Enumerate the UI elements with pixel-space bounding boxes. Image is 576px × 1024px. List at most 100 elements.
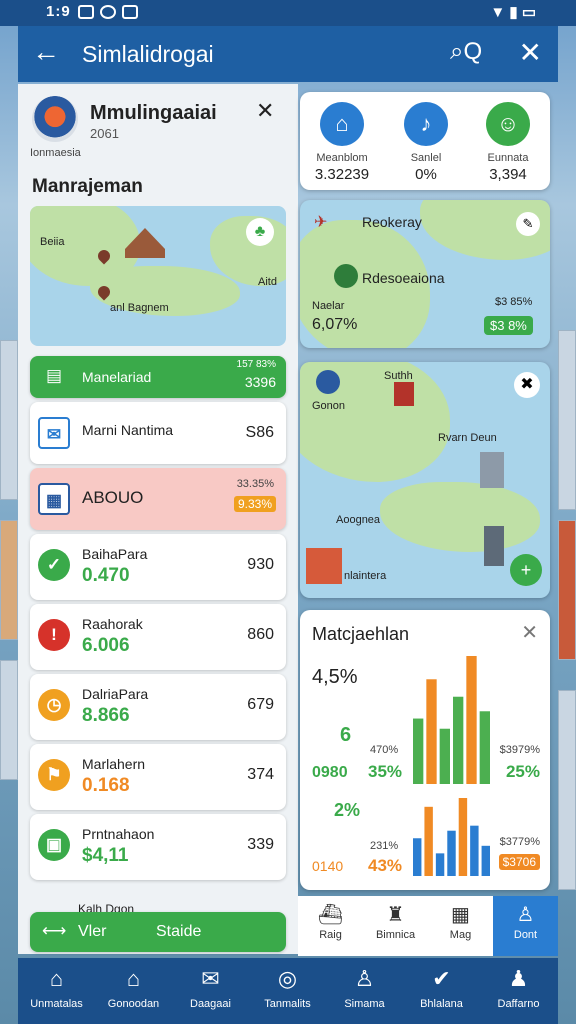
close-chart-icon[interactable]: ✕	[521, 620, 538, 645]
tab-raig[interactable]: ⛴ Raig	[298, 896, 363, 956]
list-item-marni-nantima[interactable]: ✉ Marni Nantima S86	[30, 402, 286, 464]
person-icon: ♙	[516, 904, 535, 926]
nav-tanmalits[interactable]: ◎ Tanmalits	[249, 958, 326, 1024]
chart-right-value: $3979%	[499, 744, 540, 756]
list-item-abouo[interactable]: ▦ ABOUO 33.35% 9.33%	[30, 468, 286, 530]
list-item-value: 860	[247, 626, 274, 643]
add-icon[interactable]: +	[510, 554, 542, 586]
nav-simama[interactable]: ♙ Simama	[326, 958, 403, 1024]
pin-icon[interactable]: ✎	[516, 212, 540, 236]
list-item-value: 9.33%	[233, 496, 276, 512]
list-item-amount: 6.006	[82, 635, 130, 656]
stat-sanlel[interactable]: ♪ Sanlel 0%	[386, 102, 466, 183]
list-item-label: Marni Nantima	[82, 422, 174, 438]
map-right-label: $3 85%	[495, 296, 533, 308]
map-label: Rvarn Deun	[438, 432, 497, 444]
list-item-baihapara[interactable]: ✓ BaihaPara 0.470 930	[30, 534, 286, 600]
building-landmark	[480, 452, 504, 488]
stat-eunnata[interactable]: ☺ Eunnata 3,394	[468, 102, 548, 183]
chart-bar	[413, 838, 422, 876]
building	[558, 330, 576, 510]
tools-icon[interactable]: ✖	[514, 372, 540, 398]
mail-icon	[122, 5, 138, 19]
plant-icon[interactable]: ♣	[246, 218, 274, 246]
globe-icon: ◎	[277, 966, 298, 991]
chart-right-value: $3706	[498, 854, 540, 870]
search-icon[interactable]: ⌕Q	[450, 38, 482, 66]
chart-bar	[479, 711, 490, 784]
list-item-label: BaihaPara	[82, 546, 148, 562]
group-icon: ♜	[386, 904, 405, 926]
chart-bar	[413, 718, 424, 784]
chart-mid-value: 231%	[370, 840, 399, 852]
nav-daagaai[interactable]: ✉ Daagaai	[172, 958, 249, 1024]
green-action-bar[interactable]: ⟷ Vler Staide	[30, 912, 286, 952]
list-item-manelariad[interactable]: ▤ Manelariad 157 83% 3396	[30, 356, 286, 398]
chart-left-value: 0980	[312, 764, 348, 781]
map-card-3[interactable]: Gonon Suthh Rvarn Deun Aoognea nlaintera…	[300, 362, 550, 598]
nav-gonoodan[interactable]: ⌂ Gonoodan	[95, 958, 172, 1024]
nav-label: Gonoodan	[107, 998, 160, 1010]
bar-chart-bottom	[413, 798, 490, 876]
chart-bar	[424, 806, 433, 876]
list-item-dalriapara[interactable]: ◷ DalriaPara 8.866 679	[30, 674, 286, 740]
music-icon: ♪	[404, 102, 448, 146]
document-icon: ▤	[46, 366, 63, 385]
list-item-marlahern[interactable]: ⚑ Marlahern 0.168 374	[30, 744, 286, 810]
app-bar: ← Simlalidrogai ⌕Q ✕	[18, 26, 558, 82]
map-card-2[interactable]: ✈ Reokeray Rdesoeaiona ✎ Naelar 6,07% $3…	[300, 200, 550, 348]
list-item-value: 374	[247, 766, 274, 783]
chart-mid-value: 43%	[368, 856, 403, 875]
list-item-amount: $4,11	[82, 845, 129, 866]
action-left-label: Vler	[78, 923, 107, 940]
nav-label: Bhlalana	[420, 998, 463, 1010]
header-country: Ionmaesia	[30, 147, 81, 159]
chart-left-value: 0140	[312, 858, 344, 874]
location-icon[interactable]	[334, 264, 358, 288]
list-item-value: 930	[247, 556, 274, 573]
tab-bar: ⛴ Raig ♜ Bimnica ▦ Mag ♙ Dont	[298, 896, 558, 956]
map-label: Rdesoeaiona	[362, 270, 445, 286]
plane-icon: ✈	[314, 214, 328, 231]
nav-daffarno[interactable]: ♟ Daffarno	[480, 958, 557, 1024]
chart-right-value: $3779%	[499, 836, 540, 848]
list-item-raahorak[interactable]: ! Raahorak 6.006 860	[30, 604, 286, 670]
map-label: nlaintera	[344, 570, 387, 582]
chart-icon: ✓	[38, 549, 70, 581]
check-icon: ✔	[432, 966, 451, 991]
stat-meanblom[interactable]: ⌂ Meanblom 3.32239	[302, 102, 382, 183]
person-icon: ♙	[354, 966, 375, 991]
chart-bar	[426, 679, 437, 784]
home-icon: ⌂	[49, 966, 64, 991]
nav-home[interactable]: ⌂ Unmatalas	[18, 958, 95, 1024]
tab-mag[interactable]: ▦ Mag	[428, 896, 493, 956]
status-bar: 1:9 ▼ ▮ ▭	[0, 0, 576, 26]
nav-bhlalana[interactable]: ✔ Bhlalana	[403, 958, 480, 1024]
list-item-badge: 33.35%	[236, 478, 274, 490]
location-icon[interactable]	[316, 370, 340, 394]
building	[0, 660, 18, 780]
map-land	[380, 482, 540, 552]
chart-bar	[458, 798, 468, 876]
close-icon[interactable]: ✕	[519, 36, 542, 69]
building-icon: ⌂	[320, 102, 364, 146]
tab-label: Bimnica	[375, 929, 416, 941]
clock-icon: ◷	[38, 689, 70, 721]
close-panel-icon[interactable]: ✕	[256, 98, 274, 124]
left-panel: Mmulingaaiai 2061 Ionmaesia ✕ Manrajeman…	[18, 84, 298, 954]
section-title: Manrajeman	[32, 176, 143, 197]
tab-dont[interactable]: ♙ Dont	[493, 896, 558, 956]
chart-mid-value: 470%	[370, 744, 399, 756]
list-item-prntnahaon[interactable]: ▣ Prntnahaon $4,11 339	[30, 814, 286, 880]
chart-bar	[453, 696, 464, 784]
tab-bimnica[interactable]: ♜ Bimnica	[363, 896, 428, 956]
stats-card: ⌂ Meanblom 3.32239 ♪ Sanlel 0% ☺ Eunnata…	[300, 92, 550, 190]
stat-label: Eunnata	[487, 152, 529, 164]
tab-label: Mag	[449, 929, 472, 941]
map-card-1[interactable]: ♣ Beiia anl Bagnem Aitd	[30, 206, 286, 346]
back-arrow-icon[interactable]: ←	[32, 36, 60, 68]
nav-label: Unmatalas	[30, 998, 83, 1010]
notification-icon	[78, 5, 94, 19]
chart-right-value: 25%	[505, 762, 540, 781]
list-item-label: Marlahern	[82, 756, 146, 772]
